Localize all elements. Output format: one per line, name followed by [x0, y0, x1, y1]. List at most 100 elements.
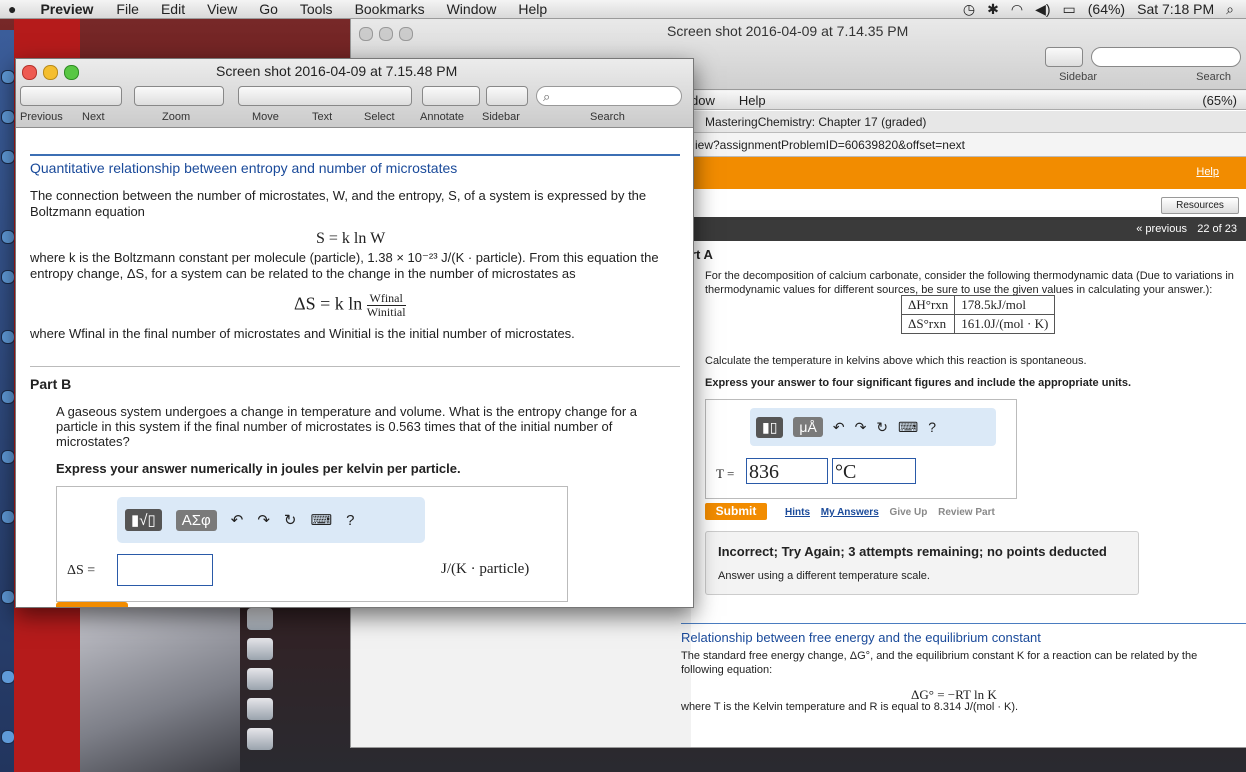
sidebar-label: Sidebar: [1059, 71, 1097, 83]
prev-next-buttons[interactable]: [20, 86, 122, 106]
minimize-button[interactable]: [43, 65, 58, 80]
toolbar-label-annotate: Annotate: [420, 111, 465, 123]
dock-app-icon[interactable]: [1, 510, 15, 524]
divider: [30, 366, 680, 367]
dock-app-icon[interactable]: [1, 270, 15, 284]
search-input[interactable]: ⌕: [536, 86, 682, 106]
template-icon: ▮▯: [756, 416, 784, 438]
submit-button: Submit: [705, 503, 767, 520]
divider: [30, 154, 680, 156]
window-controls: [359, 27, 413, 41]
toolbar-label-next: Next: [82, 111, 105, 123]
entropy-answer-input[interactable]: [117, 554, 213, 586]
review-part-link: Review Part: [938, 507, 995, 518]
answer-unit-field: °C: [832, 458, 916, 484]
next-question-text: The standard free energy change, ΔG°, an…: [681, 650, 1198, 676]
clock[interactable]: Sat 7:18 PM: [1137, 1, 1214, 17]
help-link: Help: [1196, 166, 1219, 178]
toolbar-label-select: Select: [364, 111, 395, 123]
close-button[interactable]: [359, 27, 373, 41]
spotlight-icon[interactable]: ⌕: [1226, 1, 1234, 18]
greek-button[interactable]: ΑΣφ: [175, 509, 217, 531]
desktop-file-icon[interactable]: [247, 638, 273, 660]
menu-edit[interactable]: Edit: [161, 1, 185, 17]
sidebar-button[interactable]: [486, 86, 528, 106]
redo-icon[interactable]: ↷: [257, 511, 270, 529]
close-button[interactable]: [22, 65, 37, 80]
bluetooth-icon[interactable]: ✱: [987, 1, 999, 18]
inner-battery: (65%): [1202, 92, 1237, 108]
template-icon[interactable]: ▮√▯: [125, 509, 162, 531]
back-window-title: Screen shot 2016-04-09 at 7.14.35 PM: [667, 23, 909, 39]
battery-icon[interactable]: ▭: [1063, 1, 1076, 18]
dock-app-icon[interactable]: [1, 730, 15, 744]
previous-link: « previous: [1136, 223, 1187, 235]
minimize-button[interactable]: [379, 27, 393, 41]
part-b-heading: Part B: [30, 376, 72, 392]
tool-mode-buttons[interactable]: [238, 86, 412, 106]
dock-app-icon[interactable]: [1, 670, 15, 684]
volume-icon[interactable]: ◀): [1035, 1, 1050, 18]
front-preview-window: Screen shot 2016-04-09 at 7.15.48 PM ⌕ P…: [15, 58, 694, 608]
inner-menu-bar: dow Help (65%): [691, 91, 1246, 110]
part-a-question: For the decomposition of calcium carbona…: [705, 270, 1234, 296]
table-row: ΔS°rxn 161.0J/(mol · K): [900, 314, 1056, 334]
dock-app-icon[interactable]: [1, 70, 15, 84]
question-title: Quantitative relationship between entrop…: [30, 160, 458, 176]
inner-menu-help: Help: [738, 92, 766, 108]
menu-tools[interactable]: Tools: [300, 1, 333, 17]
part-a-instruction: Express your answer to four significant …: [705, 377, 1132, 389]
answer-box: ▮▯ μÅ ↶ ↷ ↻ ⌨ ? T = 836 °C: [705, 399, 1017, 499]
apple-menu-icon[interactable]: ●: [8, 1, 16, 17]
dock-app-icon[interactable]: [1, 450, 15, 464]
help-icon[interactable]: ?: [346, 512, 354, 529]
desktop-file-icon[interactable]: [247, 608, 273, 630]
menu-view[interactable]: View: [207, 1, 237, 17]
menu-help[interactable]: Help: [518, 1, 547, 17]
window-controls: [22, 65, 79, 80]
front-window-title: Screen shot 2016-04-09 at 7.15.48 PM: [216, 63, 458, 79]
dock-app-icon[interactable]: [1, 150, 15, 164]
menu-window[interactable]: Window: [447, 1, 497, 17]
hints-link: Hints: [785, 507, 810, 518]
annotate-button[interactable]: [422, 86, 480, 106]
app-menu[interactable]: Preview: [40, 1, 93, 17]
reset-icon[interactable]: ↻: [284, 511, 297, 529]
sidebar-toggle-button[interactable]: [1045, 47, 1083, 67]
dock-app-icon[interactable]: [1, 110, 15, 124]
zoom-buttons[interactable]: [134, 86, 224, 106]
dock-app-icon[interactable]: [1, 390, 15, 404]
problem-counter: 22 of 23: [1197, 223, 1237, 235]
feedback-box: Incorrect; Try Again; 3 attempts remaini…: [705, 531, 1139, 595]
zoom-button[interactable]: [399, 27, 413, 41]
paragraph-1: The connection between the number of mic…: [30, 188, 647, 219]
menu-go[interactable]: Go: [259, 1, 278, 17]
desktop-file-icon[interactable]: [247, 668, 273, 690]
part-b-question: A gaseous system undergoes a change in t…: [56, 404, 638, 449]
undo-icon[interactable]: ↶: [231, 511, 244, 529]
dock-app-icon[interactable]: [1, 330, 15, 344]
math-toolbar: ▮√▯ ΑΣφ ↶ ↷ ↻ ⌨ ?: [117, 497, 425, 543]
time-machine-icon[interactable]: ◷: [963, 1, 975, 18]
table-cell: ΔS°rxn: [900, 314, 956, 334]
keyboard-icon[interactable]: ⌨: [311, 511, 333, 529]
search-input[interactable]: [1091, 47, 1241, 67]
table-cell: 178.5kJ/mol: [954, 295, 1056, 315]
battery-percent[interactable]: (64%): [1088, 1, 1125, 17]
menu-file[interactable]: File: [116, 1, 139, 17]
dock-app-icon[interactable]: [1, 590, 15, 604]
toolbar-label-move: Move: [252, 111, 279, 123]
menu-bookmarks[interactable]: Bookmarks: [355, 1, 425, 17]
wifi-icon[interactable]: ◠: [1011, 1, 1023, 18]
desktop-file-icon[interactable]: [247, 698, 273, 720]
dock-app-icon[interactable]: [1, 230, 15, 244]
document-view: Quantitative relationship between entrop…: [16, 128, 693, 607]
toolbar-label-sidebar: Sidebar: [482, 111, 520, 123]
desktop-file-icon[interactable]: [247, 728, 273, 750]
answer-unit: J/(K · particle): [441, 561, 530, 577]
submit-button[interactable]: [56, 602, 128, 607]
feedback-title: Incorrect; Try Again; 3 attempts remaini…: [718, 544, 1107, 559]
zoom-button[interactable]: [64, 65, 79, 80]
thermo-table: ΔH°rxn 178.5kJ/mol ΔS°rxn 161.0J/(mol · …: [900, 295, 1056, 334]
header-bar: Help: [691, 157, 1246, 189]
